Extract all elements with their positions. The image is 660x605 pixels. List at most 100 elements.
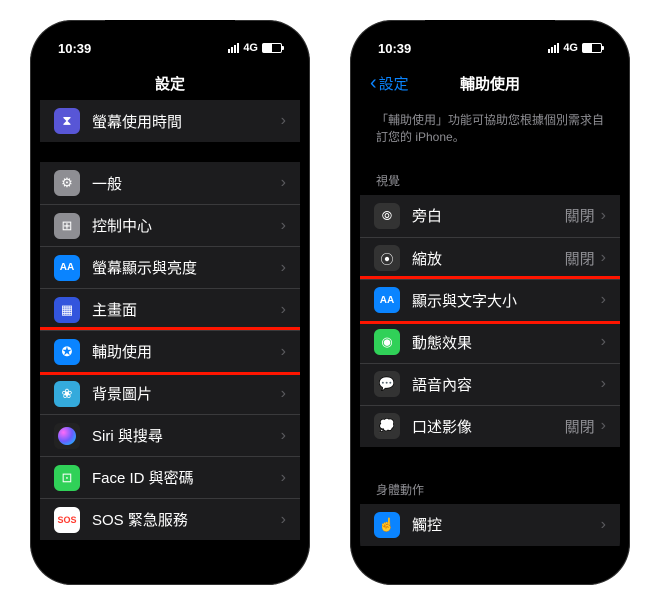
display-icon: AA	[54, 255, 80, 281]
motion-icon: ◉	[374, 329, 400, 355]
settings-row[interactable]: ⦿ 縮放關閉 ›	[360, 237, 620, 279]
touch-icon: ☝	[374, 512, 400, 538]
row-label: 螢幕顯示與亮度	[92, 257, 281, 278]
row-label: 縮放	[412, 248, 565, 269]
page-title: 設定	[155, 73, 185, 94]
chevron-right-icon: ›	[281, 343, 286, 361]
settings-list[interactable]: ⧗螢幕使用時間›⚙一般›⊞控制中心›AA螢幕顯示與亮度›▦主畫面›✪輔助使用›❀…	[40, 100, 300, 575]
nav-bar: 設定	[40, 66, 300, 100]
settings-row[interactable]: AA 螢幕顯示與亮度›	[40, 246, 300, 288]
settings-group: ⦾旁白關閉›⦿縮放關閉›AA顯示與文字大小›◉動態效果›💬語音內容›💭口述影像關…	[360, 195, 620, 447]
text-size-icon: AA	[374, 287, 400, 313]
signal-icon	[548, 43, 559, 53]
battery-icon	[262, 43, 282, 53]
chevron-right-icon: ›	[281, 112, 286, 130]
screen-right: 10:39 4G ‹ 設定 輔助使用 「輔助使用」功能可協助您根據個別需求自訂您…	[360, 30, 620, 575]
chevron-right-icon: ›	[601, 516, 606, 534]
row-label: 語音內容	[412, 374, 601, 395]
row-label: 背景圖片	[92, 383, 281, 404]
phone-left: 10:39 4G 設定 ⧗螢幕使用時間›⚙一般›⊞控制中心›AA螢幕顯示與亮度›…	[30, 20, 310, 585]
settings-row[interactable]: ❀ 背景圖片›	[40, 372, 300, 414]
status-time: 10:39	[58, 41, 91, 56]
settings-group: ⧗ 螢幕使用時間›	[40, 100, 300, 142]
spoken-content-icon: 💬	[374, 371, 400, 397]
row-label: 螢幕使用時間	[92, 111, 281, 132]
status-time: 10:39	[378, 41, 411, 56]
notch	[425, 20, 555, 44]
settings-row[interactable]: ▦ 主畫面›	[40, 288, 300, 330]
section-header: 視覺	[360, 158, 620, 195]
status-right: 4G	[228, 42, 282, 54]
settings-row[interactable]: SOS SOS 緊急服務›	[40, 498, 300, 540]
chevron-right-icon: ›	[281, 385, 286, 403]
row-label: Face ID 與密碼	[92, 467, 281, 488]
settings-group: ☝觸控›	[360, 504, 620, 546]
notch	[105, 20, 235, 44]
row-label: 輔助使用	[92, 341, 281, 362]
accessibility-icon: ✪	[54, 339, 80, 365]
page-title: 輔助使用	[460, 73, 520, 94]
chevron-right-icon: ›	[601, 207, 606, 225]
chevron-right-icon: ›	[601, 375, 606, 393]
chevron-right-icon: ›	[601, 417, 606, 435]
nav-bar: ‹ 設定 輔助使用	[360, 66, 620, 100]
settings-row[interactable]: ⊡ Face ID 與密碼›	[40, 456, 300, 498]
section-header: 身體動作	[360, 467, 620, 504]
row-label: SOS 緊急服務	[92, 509, 281, 530]
back-button[interactable]: ‹ 設定	[370, 73, 409, 94]
chevron-right-icon: ›	[281, 174, 286, 192]
row-label: 一般	[92, 173, 281, 194]
row-label: 動態效果	[412, 332, 601, 353]
row-value: 關閉	[565, 416, 595, 437]
status-right: 4G	[548, 42, 602, 54]
chevron-left-icon: ‹	[370, 73, 377, 93]
phone-right: 10:39 4G ‹ 設定 輔助使用 「輔助使用」功能可協助您根據個別需求自訂您…	[350, 20, 630, 585]
row-label: 主畫面	[92, 299, 281, 320]
chevron-right-icon: ›	[281, 259, 286, 277]
row-label: 控制中心	[92, 215, 281, 236]
row-value: 關閉	[565, 205, 595, 226]
settings-row[interactable]: ⚙ 一般›	[40, 162, 300, 204]
settings-row[interactable]: 💭 口述影像關閉 ›	[360, 405, 620, 447]
settings-row[interactable]: AA 顯示與文字大小›	[360, 279, 620, 321]
home-screen-icon: ▦	[54, 297, 80, 323]
row-label: Siri 與搜尋	[92, 425, 281, 446]
chevron-right-icon: ›	[281, 217, 286, 235]
audio-description-icon: 💭	[374, 413, 400, 439]
settings-row[interactable]: ☝觸控›	[360, 504, 620, 546]
gear-icon: ⚙	[54, 170, 80, 196]
hourglass-icon: ⧗	[54, 108, 80, 134]
row-label: 旁白	[412, 205, 565, 226]
row-label: 顯示與文字大小	[412, 290, 601, 311]
page-description: 「輔助使用」功能可協助您根據個別需求自訂您的 iPhone。	[360, 100, 620, 158]
settings-row[interactable]: 💬 語音內容›	[360, 363, 620, 405]
wallpaper-icon: ❀	[54, 381, 80, 407]
settings-row[interactable]: ⦾ 旁白關閉 ›	[360, 195, 620, 237]
chevron-right-icon: ›	[281, 511, 286, 529]
chevron-right-icon: ›	[281, 427, 286, 445]
network-label: 4G	[243, 42, 258, 54]
siri-icon	[54, 423, 80, 449]
accessibility-list[interactable]: 「輔助使用」功能可協助您根據個別需求自訂您的 iPhone。 視覺⦾旁白關閉›⦿…	[360, 100, 620, 575]
row-label: 口述影像	[412, 416, 565, 437]
signal-icon	[228, 43, 239, 53]
screen-left: 10:39 4G 設定 ⧗螢幕使用時間›⚙一般›⊞控制中心›AA螢幕顯示與亮度›…	[40, 30, 300, 575]
chevron-right-icon: ›	[601, 333, 606, 351]
settings-row[interactable]: ⊞控制中心›	[40, 204, 300, 246]
settings-row[interactable]: ✪ 輔助使用›	[40, 330, 300, 372]
battery-icon	[582, 43, 602, 53]
settings-row[interactable]: ◉ 動態效果›	[360, 321, 620, 363]
back-label: 設定	[379, 73, 409, 94]
voiceover-icon: ⦾	[374, 203, 400, 229]
zoom-icon: ⦿	[374, 245, 400, 271]
sos-icon: SOS	[54, 507, 80, 533]
chevron-right-icon: ›	[601, 249, 606, 267]
row-value: 關閉	[565, 248, 595, 269]
settings-row[interactable]: Siri 與搜尋›	[40, 414, 300, 456]
network-label: 4G	[563, 42, 578, 54]
settings-row[interactable]: ⧗ 螢幕使用時間›	[40, 100, 300, 142]
faceid-icon: ⊡	[54, 465, 80, 491]
chevron-right-icon: ›	[281, 301, 286, 319]
chevron-right-icon: ›	[601, 291, 606, 309]
chevron-right-icon: ›	[281, 469, 286, 487]
